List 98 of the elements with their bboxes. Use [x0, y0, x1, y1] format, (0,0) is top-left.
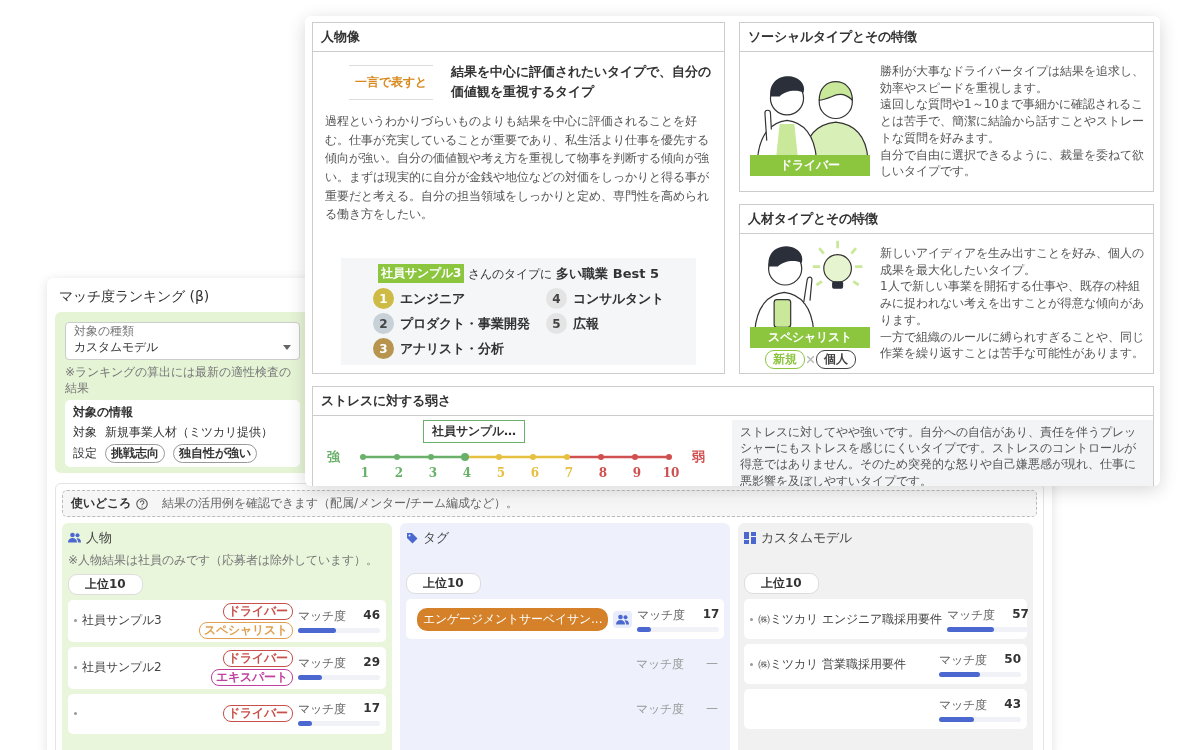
ranking-row[interactable]: ㈱ミツカリ 営業職採用要件 マッチ度 50 — [744, 644, 1027, 685]
tag-icon — [406, 532, 418, 545]
row-name: 社員サンプル2 — [82, 659, 163, 677]
usage-description: 結果の活用例を確認できます（配属/メンター/チーム編成など）。 — [162, 495, 519, 513]
match-score: 29 — [363, 655, 380, 672]
employee-name-badge: 社員サンプル3 — [378, 264, 465, 283]
help-icon[interactable] — [136, 497, 148, 510]
match-score: 17 — [363, 701, 380, 718]
window-title: マッチ度ランキング (β) — [59, 288, 210, 306]
ranking-row[interactable]: マッチ度 43 — [744, 689, 1027, 730]
scale-number: 2 — [393, 466, 405, 480]
field-label: 対象の種類 — [72, 325, 136, 337]
type-description: 勝利が大事なドライバータイプは結果を追求し、効率やスピードを重視します。 遠回しな質問や1～10まで事細かに確認されることは苦手で、簡潔に結論から話すことやストレートな質問を好みます。 自分で自由に選択できるように、裁量を委ねて欲しいタイプです。 — [880, 62, 1145, 181]
match-score: 57 — [1012, 606, 1029, 623]
match-score: 17 — [702, 606, 720, 623]
column-title: タグ — [423, 529, 449, 548]
match-label: マッチ度 — [298, 701, 346, 719]
persona-description: 過程というわかりづらいものよりも結果を中心に評価されることを好む。仕事が充実していることが重要であり、私生活より仕事を優先する傾向が強い。自分の価値観や考え方を重視して物事を判断する傾向が強い。まずは現実的に自分が金銭や地位などの対価をしっかりと得る事が重要だと考える。自分の担当領域をしっかりと定め、専門性を高められる働き方をしたい。 — [324, 113, 710, 224]
rank-circle: 4 — [546, 288, 567, 309]
row-name: 社員サンプル3 — [82, 612, 163, 630]
info-value: 新規事業人材（ミツカリ提供） — [105, 424, 273, 442]
ranking-note: ※ランキングの算出には最新の適性検査の結果 — [65, 364, 293, 397]
job-name: エンジニア — [400, 289, 465, 308]
stress-description: ストレスに対してやや強いです。自分への自信があり、責任を伴うプレッシャーにもストレスを感じにくいタイプです。ストレスのコントロールが得意ではありません。そのため突発的な怒りや自己嫌悪感が現れ、仕事に悪影響を及ぼしやすいタイプです。 — [732, 420, 1153, 486]
summary-text: 結果を中心に評価されたいタイプで、自分の価値観を重視するタイプ — [451, 63, 712, 102]
ranking-row[interactable]: 社員サンプル3 ドライバー スペシャリスト マッチ度 46 — [68, 599, 386, 642]
panel-title: ストレスに対する弱さ — [313, 387, 1153, 416]
match-score: — — [706, 655, 718, 672]
match-label: マッチ度 — [637, 606, 686, 624]
caret-icon — [283, 344, 291, 350]
ranking-row[interactable]: エンゲージメントサーベイサン... マッチ度 17 — [406, 599, 724, 640]
usage-title: 使いどころ — [71, 495, 131, 513]
match-label: マッチ度 — [946, 606, 995, 624]
match-label: マッチ度 — [939, 696, 987, 714]
target-type-select[interactable]: 対象の種類 カスタムモデル — [65, 322, 300, 360]
scale-number: 9 — [631, 466, 643, 480]
job-name: プロダクト・事業開発 — [400, 314, 530, 333]
people-icon — [613, 610, 633, 628]
rank-circle: 1 — [373, 288, 394, 309]
type-ribbon: ドライバー — [750, 155, 870, 176]
top10-filter[interactable]: 上位10 — [406, 573, 481, 595]
type-tag: ドライバー — [223, 705, 293, 723]
scale-number: 7 — [563, 466, 575, 480]
scale-number: 8 — [597, 466, 609, 480]
panel-title: 人物像 — [313, 23, 724, 52]
type-ribbon: スペシャリスト — [750, 326, 870, 348]
row-name: ㈱ミツカリ エンジニア職採用要件 — [758, 610, 942, 628]
row-name: ㈱ミツカリ 営業職採用要件 — [758, 655, 907, 673]
type-tag: スペシャリスト — [199, 621, 293, 639]
rank-circle: 3 — [373, 338, 394, 359]
match-score: 50 — [1004, 651, 1021, 668]
trait-badge: 新規 — [764, 349, 805, 369]
scale-number: 1 — [359, 466, 371, 480]
info-label: 設定 — [73, 445, 97, 463]
ranking-row[interactable]: ㈱ミツカリ エンジニア職採用要件 マッチ度 57 — [744, 599, 1027, 640]
strong-label: 強 — [327, 448, 340, 466]
match-label: マッチ度 — [298, 608, 346, 626]
type-tag: エキスパート — [211, 668, 293, 686]
grid-icon — [744, 532, 756, 545]
best-jobs-title: さんのタイプに 多い職業 Best 5 — [468, 264, 659, 283]
type-tag: ドライバー — [223, 602, 293, 620]
column-title: 人物 — [86, 529, 112, 548]
top10-filter[interactable]: 上位10 — [68, 573, 143, 595]
weak-label: 弱 — [692, 448, 705, 466]
match-label: マッチ度 — [636, 655, 684, 673]
job-name: コンサルタント — [573, 289, 664, 308]
match-score: 43 — [1004, 696, 1021, 713]
scale-number: 10 — [661, 466, 681, 480]
column-note: ※人物結果は社員のみです（応募者は除外しています）。 — [68, 553, 379, 568]
match-label: マッチ度 — [939, 651, 987, 669]
tag-pill: エンゲージメントサーベイサン... — [417, 607, 609, 631]
scale-number: 6 — [529, 466, 541, 480]
info-heading: 対象の情報 — [73, 404, 134, 422]
rank-circle: 5 — [546, 313, 567, 334]
panel-title: 人材タイプとその特徴 — [740, 205, 1153, 234]
top10-filter[interactable]: 上位10 — [744, 573, 819, 595]
match-score: 46 — [363, 608, 380, 625]
type-tag: ドライバー — [223, 649, 293, 667]
scale-number: 4 — [461, 466, 473, 480]
info-label: 対象 — [73, 424, 97, 442]
ranking-row[interactable]: ドライバー マッチ度 17 — [68, 693, 386, 734]
trait-badge: 個人 — [815, 349, 856, 369]
ranking-row[interactable]: 社員サンプル2 ドライバー エキスパート マッチ度 29 — [68, 646, 386, 689]
rank-circle: 2 — [373, 313, 394, 334]
job-name: 広報 — [573, 314, 599, 333]
match-score: — — [706, 700, 718, 717]
cross-icon — [806, 355, 814, 363]
match-label: マッチ度 — [298, 655, 346, 673]
match-label: マッチ度 — [636, 700, 684, 718]
employee-marker: 社員サンプル… — [423, 420, 525, 443]
people-icon — [68, 530, 81, 546]
scale-number: 3 — [427, 466, 439, 480]
job-name: アナリスト・分析 — [400, 339, 504, 358]
scale-number: 5 — [495, 466, 507, 480]
column-title: カスタムモデル — [761, 529, 852, 548]
panel-title: ソーシャルタイプとその特徴 — [740, 23, 1153, 52]
type-description: 新しいアイディアを生み出すことを好み、個人の成果を最大化したいタイプ。 1人で新しい事業を開拓する仕事や、既存の枠組みに捉われない考えを出すことが得意な傾向があります。 一方で組織のルールに縛られすぎることや、同じ作業を繰り返すことは苦手な可能性があります。 — [880, 244, 1145, 363]
summary-label: 一言で表すと — [349, 64, 433, 100]
